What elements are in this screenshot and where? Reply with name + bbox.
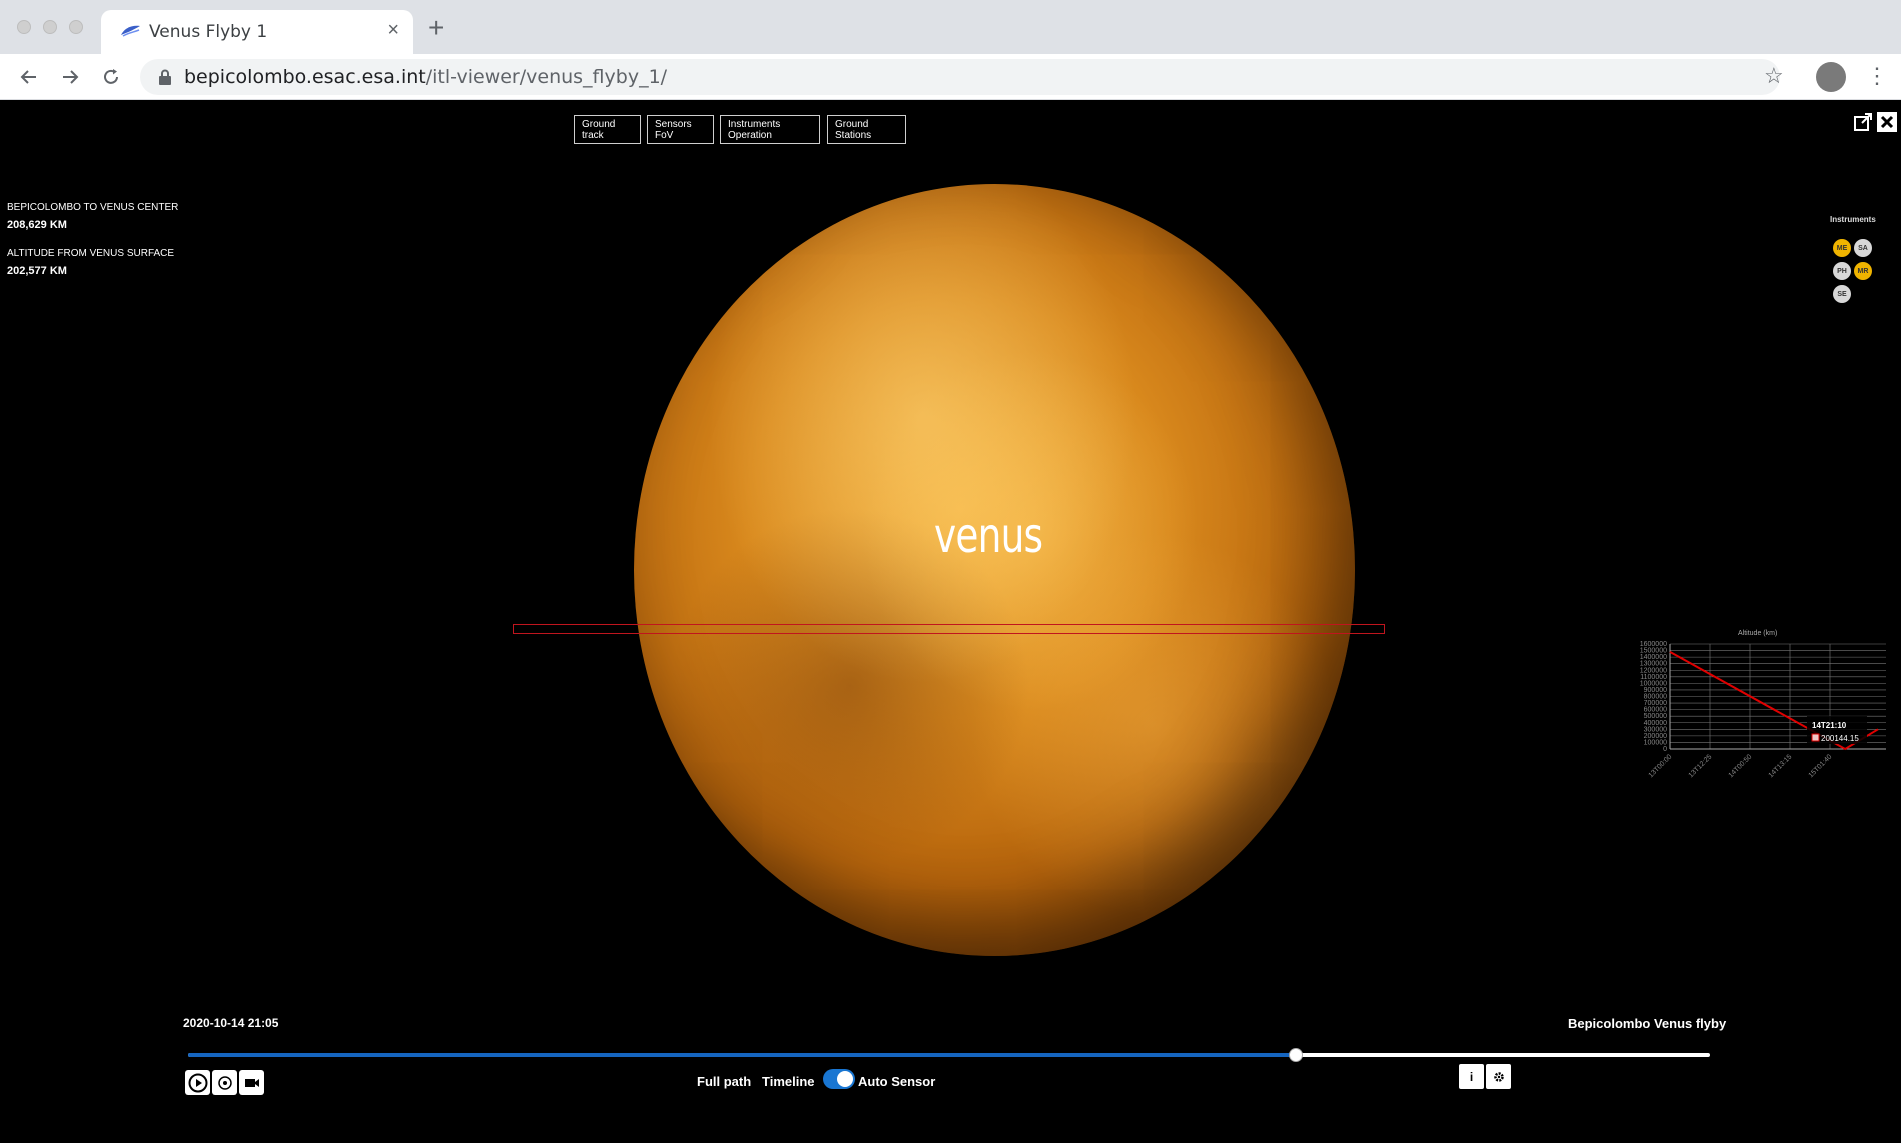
auto-sensor-toggle[interactable]: [823, 1069, 855, 1089]
sensors-fov-button[interactable]: Sensors FoV: [647, 115, 714, 144]
full-path-option[interactable]: Full path: [697, 1074, 751, 1089]
window-close-control[interactable]: [17, 20, 31, 34]
ground-stations-button[interactable]: Ground Stations: [827, 115, 906, 144]
info-button[interactable]: i: [1459, 1064, 1484, 1089]
y-tick-label: 1600000: [1640, 641, 1667, 648]
gear-icon: [1493, 1071, 1504, 1082]
forward-arrow-icon[interactable]: [55, 62, 85, 92]
address-bar[interactable]: bepicolombo.esac.esa.int/itl-viewer/venu…: [140, 59, 1780, 95]
timeline-progress: [188, 1053, 1297, 1057]
venus-globe[interactable]: [634, 184, 1355, 956]
y-tick-label: 1300000: [1640, 661, 1667, 668]
target-icon: [217, 1075, 232, 1090]
tab-close-icon[interactable]: ×: [387, 20, 399, 40]
y-tick-label: 1500000: [1640, 648, 1667, 655]
altitude-value: 202,577 KM: [7, 265, 67, 277]
target-button[interactable]: [212, 1070, 237, 1095]
ground-track-button[interactable]: Ground track: [574, 115, 641, 144]
url-text: bepicolombo.esac.esa.int/itl-viewer/venu…: [184, 66, 668, 88]
y-tick-label: 700000: [1644, 700, 1667, 707]
x-tick-label: 14T00:50: [1728, 753, 1754, 779]
browser-tab-bar: Venus Flyby 1 × +: [0, 0, 1901, 54]
video-camera-icon: [244, 1078, 259, 1087]
window-maximize-control[interactable]: [69, 20, 83, 34]
tooltip-value: 200144.15: [1821, 734, 1859, 743]
bepicolombo-favicon-icon: [121, 25, 140, 37]
y-tick-label: 600000: [1644, 707, 1667, 714]
instrument-me-button[interactable]: ME: [1833, 239, 1851, 257]
x-tick-label: 14T13:15: [1768, 753, 1794, 779]
timeline-slider-thumb[interactable]: [1289, 1048, 1304, 1062]
close-icon[interactable]: [1877, 112, 1897, 132]
distance-value: 208,629 KM: [7, 219, 67, 231]
play-icon: [188, 1073, 207, 1092]
browser-toolbar: bepicolombo.esac.esa.int/itl-viewer/venu…: [0, 54, 1901, 100]
instrument-se-button[interactable]: SE: [1833, 285, 1851, 303]
y-tick-label: 1000000: [1640, 680, 1667, 687]
distance-label: BEPICOLOMBO TO VENUS CENTER: [7, 202, 179, 213]
current-datetime: 2020-10-14 21:05: [183, 1016, 279, 1030]
y-tick-label: 0: [1663, 746, 1667, 753]
back-arrow-icon[interactable]: [14, 62, 44, 92]
tooltip-time: 14T21:10: [1812, 721, 1847, 730]
browser-menu-icon[interactable]: ⋮: [1866, 63, 1888, 89]
y-tick-label: 400000: [1644, 720, 1667, 727]
x-tick-label: 13T12:25: [1688, 753, 1714, 779]
y-tick-label: 800000: [1644, 694, 1667, 701]
y-tick-label: 1200000: [1640, 667, 1667, 674]
lock-icon: [159, 69, 171, 85]
profile-avatar[interactable]: [1816, 62, 1846, 92]
window-minimize-control[interactable]: [43, 20, 57, 34]
y-tick-label: 1100000: [1640, 674, 1667, 681]
settings-button[interactable]: [1486, 1064, 1511, 1089]
new-tab-icon[interactable]: +: [428, 14, 444, 42]
instruments-operation-button[interactable]: Instruments Operation: [720, 115, 820, 144]
instruments-title: Instruments: [1830, 215, 1876, 224]
altitude-chart-plot: 0100000200000300000400000500000600000700…: [1640, 641, 1886, 779]
instrument-ph-button[interactable]: PH: [1833, 262, 1851, 280]
tab-title: Venus Flyby 1: [149, 22, 268, 42]
info-icon: i: [1469, 1069, 1474, 1084]
toggle-knob: [837, 1071, 853, 1087]
y-tick-label: 900000: [1644, 687, 1667, 694]
timeline-option[interactable]: Timeline: [762, 1074, 815, 1089]
instrument-sa-button[interactable]: SA: [1854, 239, 1872, 257]
y-tick-label: 300000: [1644, 726, 1667, 733]
timeline-slider[interactable]: [188, 1048, 1710, 1062]
y-tick-label: 500000: [1644, 713, 1667, 720]
bookmark-star-icon[interactable]: ☆: [1764, 64, 1784, 88]
x-tick-label: 15T01:40: [1808, 753, 1834, 779]
reload-icon[interactable]: [96, 62, 126, 92]
browser-tab[interactable]: Venus Flyby 1 ×: [101, 10, 413, 54]
play-button[interactable]: [185, 1070, 210, 1095]
y-tick-label: 200000: [1644, 733, 1667, 740]
itl-viewer: Ground track Sensors FoV Instruments Ope…: [0, 100, 1901, 1143]
auto-sensor-label: Auto Sensor: [858, 1074, 936, 1089]
x-tick-label: 13T00:00: [1648, 753, 1674, 779]
camera-button[interactable]: [239, 1070, 264, 1095]
venus-label: venus: [934, 508, 1043, 564]
altitude-chart: Altitude (km) 0 100000 200000 300000 400000 5…: [1620, 630, 1901, 800]
y-tick-label: 100000: [1644, 739, 1667, 746]
external-link-icon[interactable]: [1853, 112, 1873, 132]
y-tick-label: 1400000: [1640, 654, 1667, 661]
tooltip-swatch: [1811, 733, 1820, 742]
instrument-mr-button[interactable]: MR: [1854, 262, 1872, 280]
altitude-label: ALTITUDE FROM VENUS SURFACE: [7, 248, 175, 259]
ground-track-box: [513, 624, 1385, 634]
mission-title: Bepicolombo Venus flyby: [1568, 1016, 1727, 1031]
